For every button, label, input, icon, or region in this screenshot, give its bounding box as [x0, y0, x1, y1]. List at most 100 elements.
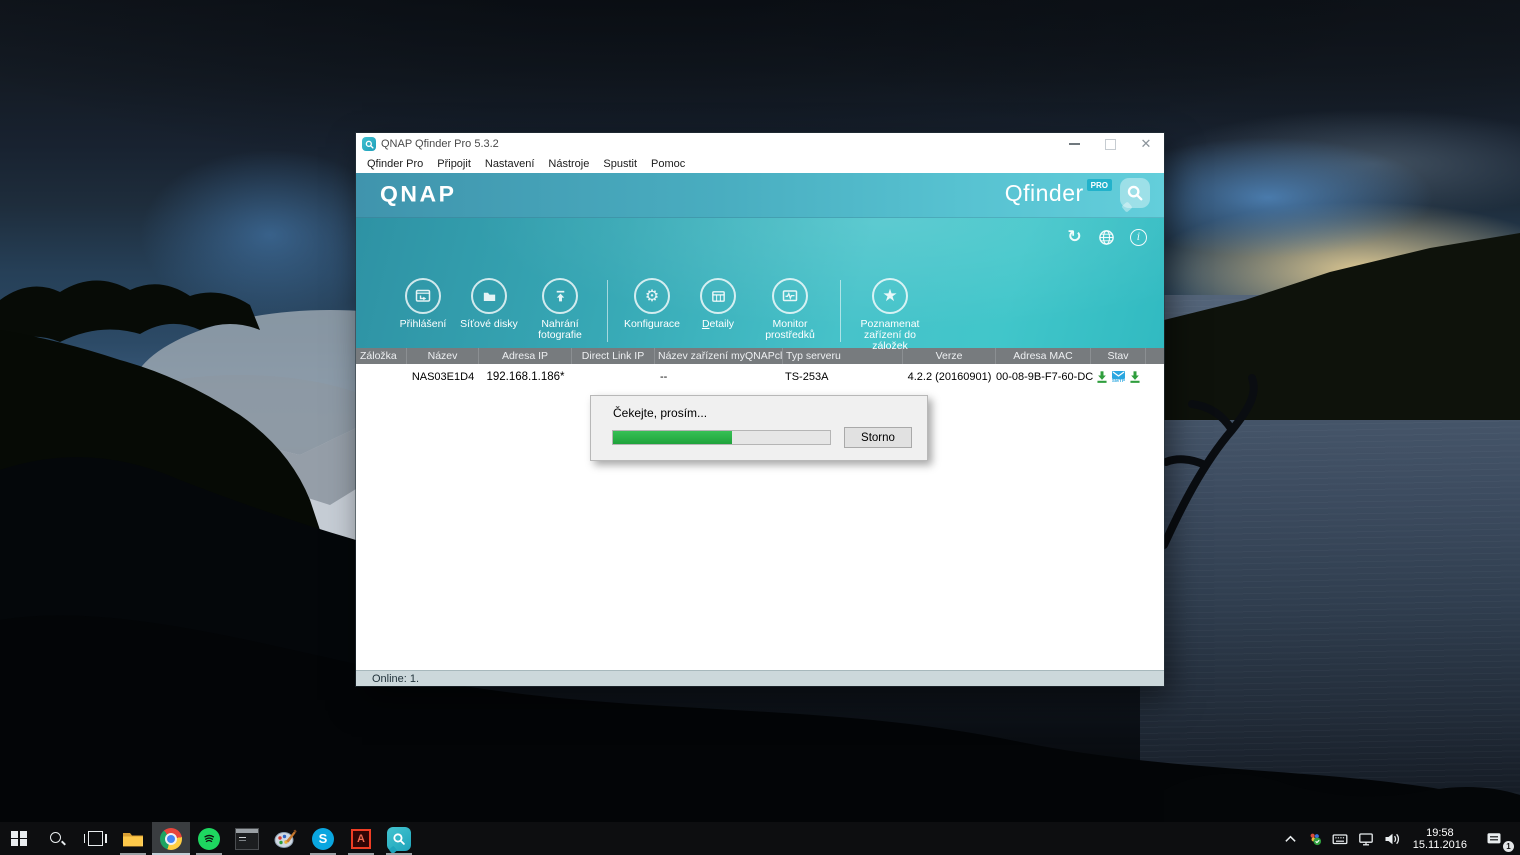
network-drives-folder-icon	[471, 278, 507, 314]
menu-spustit[interactable]: Spustit	[596, 158, 644, 170]
globe-icon[interactable]	[1097, 228, 1116, 247]
clock-date: 15.11.2016	[1413, 839, 1467, 851]
login-icon	[405, 278, 441, 314]
progress-message: Čekejte, prosím...	[613, 406, 707, 420]
photo-upload-button[interactable]: Nahrání fotografie	[522, 278, 598, 341]
start-button[interactable]	[0, 822, 38, 855]
bookmark-device-button[interactable]: ★ Poznamenat zařízení do záložek	[850, 278, 930, 352]
column-adresa-ip[interactable]: Adresa IP	[479, 348, 572, 364]
resource-monitor-icon	[772, 278, 808, 314]
column-direct-link-ip[interactable]: Direct Link IP	[572, 348, 655, 364]
gear-icon: ⚙	[634, 278, 670, 314]
firmware-update-icon[interactable]	[1095, 370, 1109, 384]
column-adresa-mac[interactable]: Adresa MAC	[996, 348, 1091, 364]
tray-clock[interactable]: 19:58 15.11.2016	[1406, 827, 1474, 851]
cell-verze: 4.2.2 (20160901)	[903, 371, 996, 383]
main-toolbar: Přihlášení Síťové disky Nahrání fotograf…	[390, 278, 930, 348]
tray-sync-status[interactable]	[1302, 822, 1327, 855]
skype-button[interactable]: S	[304, 822, 342, 855]
sync-check-tray-icon	[1307, 831, 1322, 846]
column-stav[interactable]: Stav	[1091, 348, 1146, 364]
terminal-icon	[235, 828, 259, 850]
title-bar[interactable]: QNAP Qfinder Pro 5.3.2 ✕	[356, 133, 1164, 155]
volume-tray-icon	[1384, 831, 1401, 847]
photo-upload-icon	[542, 278, 578, 314]
menu-pripojit[interactable]: Připojit	[430, 158, 478, 170]
details-button[interactable]: Detaily	[687, 278, 749, 330]
cancel-button[interactable]: Storno	[844, 427, 912, 448]
windows-logo-icon	[11, 831, 27, 847]
search-icon	[50, 832, 64, 846]
adobe-reader-button[interactable]: A	[342, 822, 380, 855]
chrome-icon	[160, 828, 182, 850]
refresh-icon[interactable]: ↻	[1065, 228, 1084, 247]
toolbar-separator	[840, 280, 841, 342]
qfinder-taskbar-button[interactable]	[380, 822, 418, 855]
clock-time: 19:58	[1426, 827, 1454, 839]
menu-qfinder-pro[interactable]: Qfinder Pro	[360, 158, 430, 170]
spotify-button[interactable]	[190, 822, 228, 855]
column-nazev[interactable]: Název	[407, 348, 479, 364]
cell-adresa-ip: 192.168.1.186*	[479, 371, 572, 383]
folder-icon	[122, 830, 144, 848]
tray-expand-button[interactable]	[1279, 822, 1302, 855]
progress-bar	[612, 430, 831, 445]
smtp-mail-icon[interactable]: SMTP	[1112, 371, 1125, 384]
cell-stav: SMTP	[1091, 364, 1146, 390]
firmware-update-icon[interactable]	[1128, 370, 1142, 384]
brand-header: QNAP Qfinder PRO	[356, 173, 1164, 218]
action-center-icon	[1486, 831, 1503, 847]
tray-volume[interactable]	[1379, 822, 1406, 855]
toolbar-area: ↻ i Přihlášení Síťové disky	[356, 218, 1164, 348]
column-spacer	[1146, 348, 1164, 364]
close-button[interactable]: ✕	[1128, 133, 1164, 155]
login-button[interactable]: Přihlášení	[390, 278, 456, 330]
pro-badge: PRO	[1087, 179, 1112, 191]
minimize-button[interactable]	[1056, 133, 1092, 155]
column-zalozka[interactable]: Záložka	[356, 348, 407, 364]
skype-icon: S	[312, 828, 334, 850]
taskbar: S A	[0, 822, 1520, 855]
desktop[interactable]: QNAP Qfinder Pro 5.3.2 ✕ Qfinder Pro Při…	[0, 0, 1520, 855]
notification-badge: 1	[1503, 841, 1514, 852]
tray-input-language[interactable]	[1327, 822, 1353, 855]
command-prompt-button[interactable]	[228, 822, 266, 855]
task-view-icon	[88, 831, 103, 846]
window-title: QNAP Qfinder Pro 5.3.2	[381, 138, 499, 150]
table-header: Záložka Název Adresa IP Direct Link IP N…	[356, 348, 1164, 364]
network-drives-button[interactable]: Síťové disky	[456, 278, 522, 330]
cell-adresa-mac: 00-08-9B-F7-60-DC	[996, 371, 1091, 383]
progress-fill	[613, 431, 732, 444]
resource-monitor-button[interactable]: Monitor prostředků	[749, 278, 831, 341]
action-center-button[interactable]: 1	[1474, 822, 1514, 855]
minimize-icon	[1069, 143, 1080, 145]
menu-pomoc[interactable]: Pomoc	[644, 158, 692, 170]
paint-button[interactable]	[266, 822, 304, 855]
menu-nastaveni[interactable]: Nastavení	[478, 158, 542, 170]
online-status: Online: 1.	[372, 673, 419, 685]
task-view-button[interactable]	[76, 822, 114, 855]
toolbar-separator	[607, 280, 608, 342]
qfinder-app-icon	[362, 137, 376, 151]
configuration-button[interactable]: ⚙ Konfigurace	[617, 278, 687, 330]
info-icon[interactable]: i	[1129, 228, 1148, 247]
maximize-button[interactable]	[1092, 133, 1128, 155]
keyboard-tray-icon	[1332, 831, 1348, 847]
close-icon: ✕	[1141, 138, 1152, 151]
menu-bar: Qfinder Pro Připojit Nastavení Nástroje …	[356, 155, 1164, 173]
tray-network[interactable]	[1353, 822, 1379, 855]
status-bar: Online: 1.	[356, 670, 1164, 686]
paint-palette-icon	[273, 828, 297, 850]
progress-dialog: Čekejte, prosím... Storno	[590, 395, 928, 461]
spotify-icon	[198, 828, 220, 850]
column-myqnapcloud[interactable]: Název zařízení myQNAPcl...	[655, 348, 783, 364]
menu-nastroje[interactable]: Nástroje	[541, 158, 596, 170]
device-list: NAS03E1D4 192.168.1.186* -- TS-253A 4.2.…	[356, 364, 1164, 670]
taskbar-search-button[interactable]	[38, 822, 76, 855]
device-row[interactable]: NAS03E1D4 192.168.1.186* -- TS-253A 4.2.…	[356, 364, 1164, 390]
chevron-up-icon	[1284, 833, 1297, 845]
file-explorer-button[interactable]	[114, 822, 152, 855]
qfinder-window: QNAP Qfinder Pro 5.3.2 ✕ Qfinder Pro Při…	[356, 133, 1164, 686]
chrome-button[interactable]	[152, 822, 190, 855]
cell-typ-serveru: TS-253A	[783, 371, 903, 383]
